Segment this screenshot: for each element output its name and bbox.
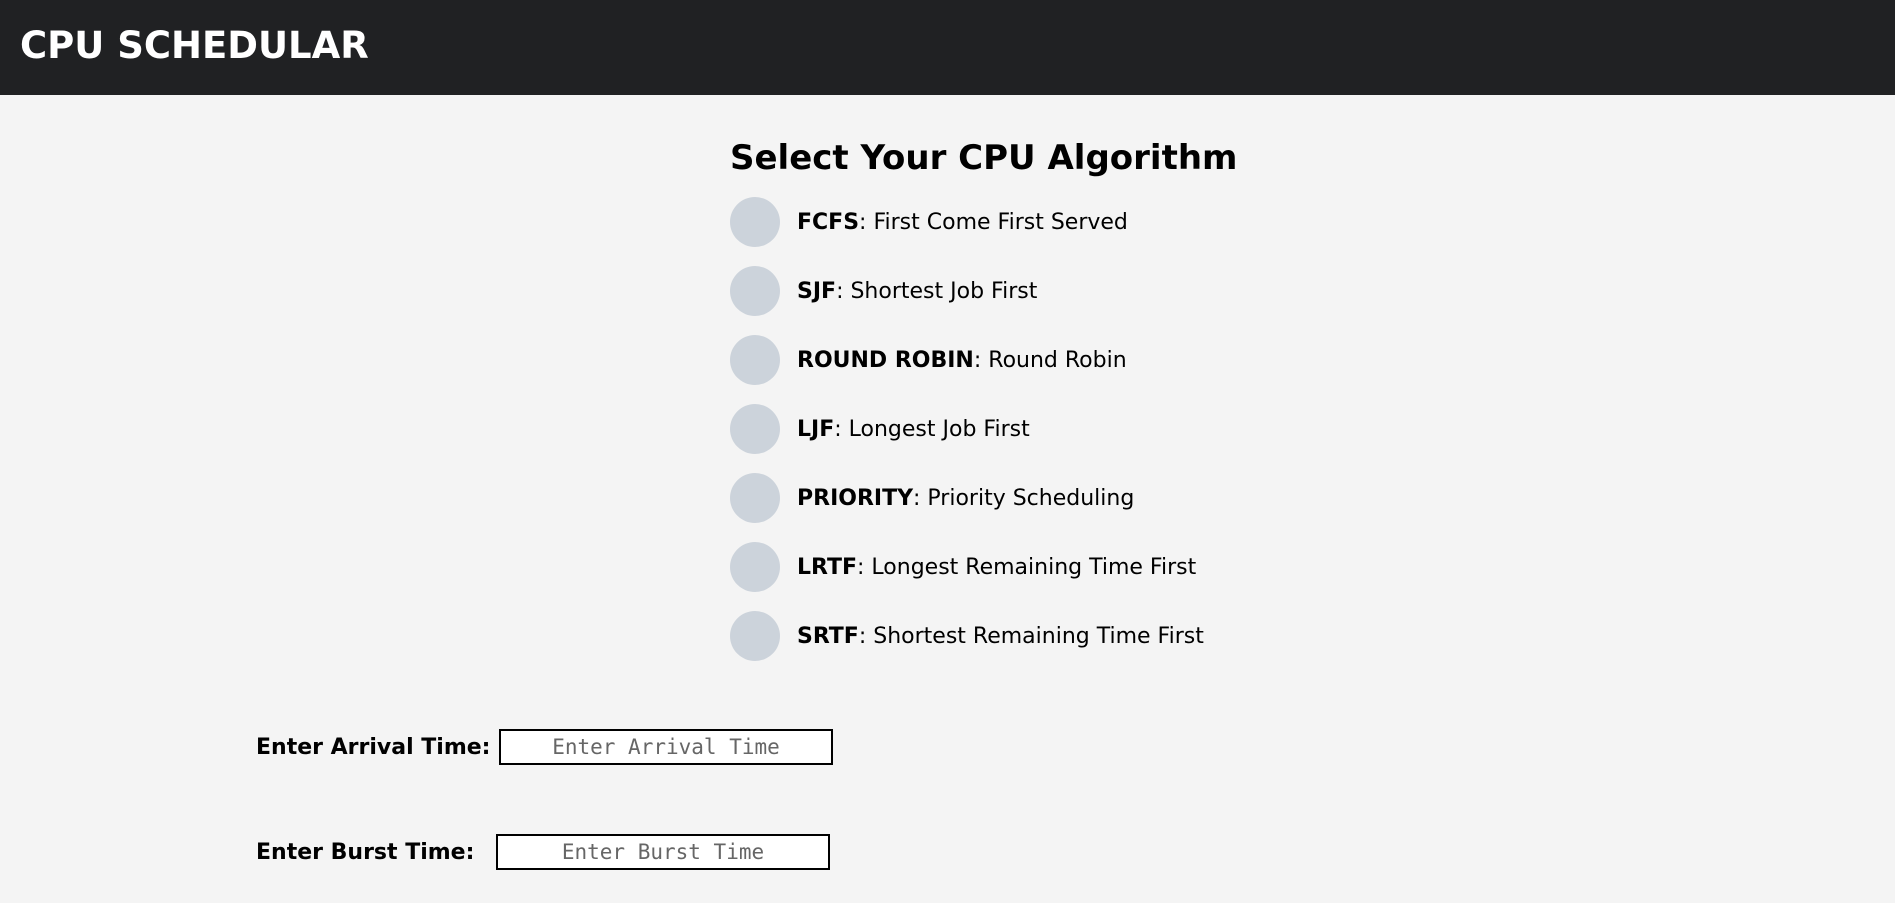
option-code: ROUND ROBIN [797,347,974,373]
option-label: LRTF: Longest Remaining Time First [797,555,1196,580]
algorithm-selector: Select Your CPU Algorithm FCFS: First Co… [730,137,1430,680]
radio-button[interactable] [730,266,780,316]
option-code: FCFS [797,209,860,235]
option-label: SJF: Shortest Job First [797,279,1037,304]
radio-button[interactable] [730,473,780,523]
radio-button[interactable] [730,404,780,454]
burst-time-label: Enter Burst Time: [256,839,475,865]
option-description: : Longest Remaining Time First [857,554,1197,580]
algorithm-option-fcfs[interactable]: FCFS: First Come First Served [730,197,1430,247]
algorithm-option-priority[interactable]: PRIORITY: Priority Scheduling [730,473,1430,523]
radio-button[interactable] [730,335,780,385]
option-description: : Priority Scheduling [913,485,1135,511]
burst-time-row: Enter Burst Time: [256,834,830,870]
option-code: LJF [797,416,835,442]
radio-button[interactable] [730,611,780,661]
radio-button[interactable] [730,197,780,247]
algorithm-option-srtf[interactable]: SRTF: Shortest Remaining Time First [730,611,1430,661]
arrival-time-input[interactable] [499,729,833,765]
option-description: : First Come First Served [859,209,1128,235]
option-label: LJF: Longest Job First [797,417,1030,442]
option-code: PRIORITY [797,485,914,511]
option-code: LRTF [797,554,858,580]
option-code: SRTF [797,623,859,649]
app-header: CPU SCHEDULAR [0,0,1895,95]
radio-button[interactable] [730,542,780,592]
section-title: Select Your CPU Algorithm [730,138,1238,178]
option-label: SRTF: Shortest Remaining Time First [797,624,1204,649]
burst-time-input[interactable] [496,834,830,870]
option-label: ROUND ROBIN: Round Robin [797,348,1127,373]
option-code: SJF [797,278,837,304]
algorithm-option-lrtf[interactable]: LRTF: Longest Remaining Time First [730,542,1430,592]
option-description: : Shortest Remaining Time First [858,623,1204,649]
option-label: PRIORITY: Priority Scheduling [797,486,1134,511]
app-title: CPU SCHEDULAR [20,24,369,67]
option-description: : Longest Job First [834,416,1030,442]
main-content: Select Your CPU Algorithm FCFS: First Co… [0,95,1895,903]
arrival-time-row: Enter Arrival Time: [256,729,833,765]
algorithm-option-round-robin[interactable]: ROUND ROBIN: Round Robin [730,335,1430,385]
option-label: FCFS: First Come First Served [797,210,1128,235]
arrival-time-label: Enter Arrival Time: [256,734,491,760]
algorithm-option-ljf[interactable]: LJF: Longest Job First [730,404,1430,454]
option-description: : Shortest Job First [836,278,1038,304]
algorithm-option-sjf[interactable]: SJF: Shortest Job First [730,266,1430,316]
option-description: : Round Robin [973,347,1127,373]
